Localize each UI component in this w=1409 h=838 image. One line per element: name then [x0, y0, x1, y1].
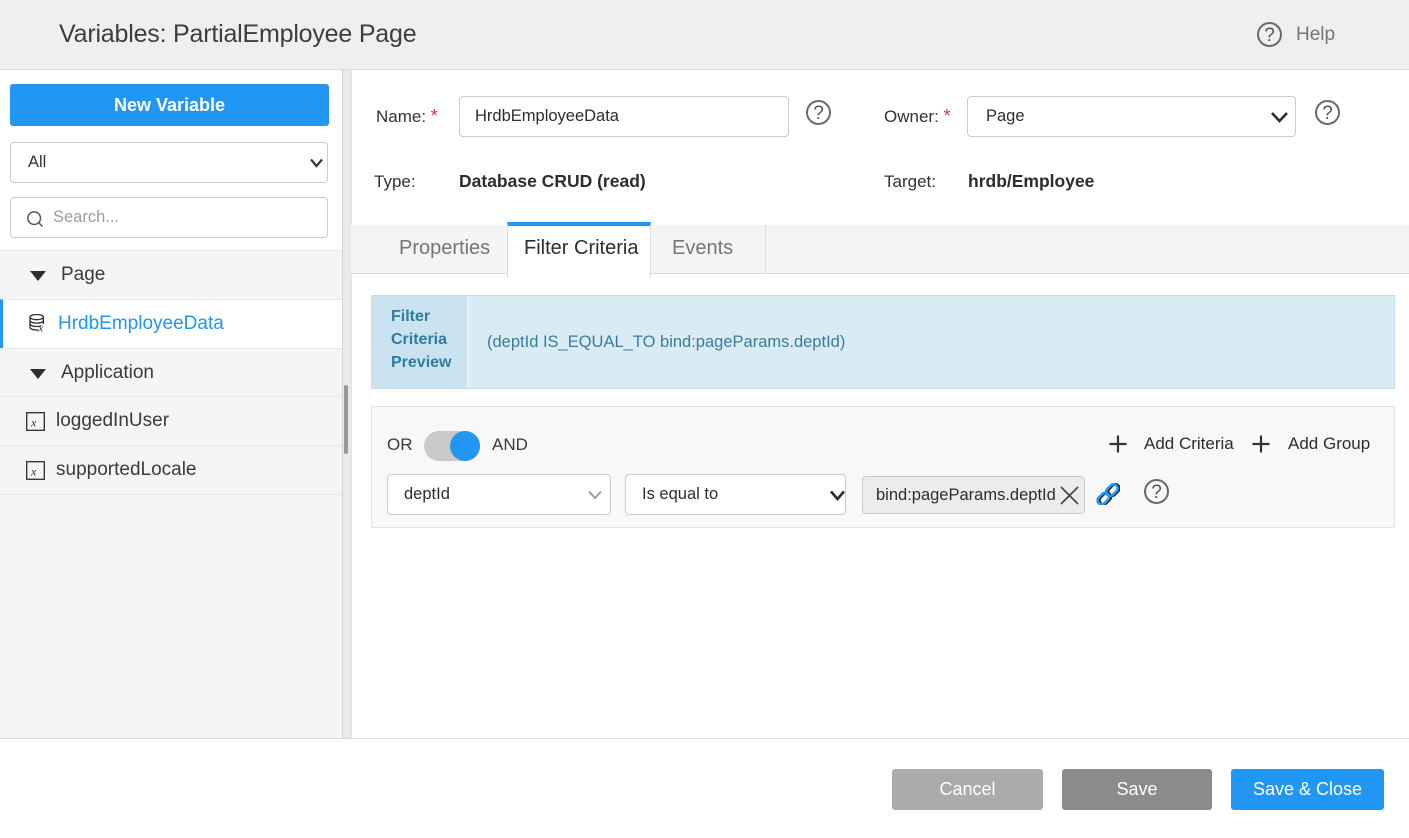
svg-text:x: x — [37, 323, 43, 335]
svg-text:x: x — [30, 465, 37, 479]
svg-text:x: x — [30, 416, 37, 430]
